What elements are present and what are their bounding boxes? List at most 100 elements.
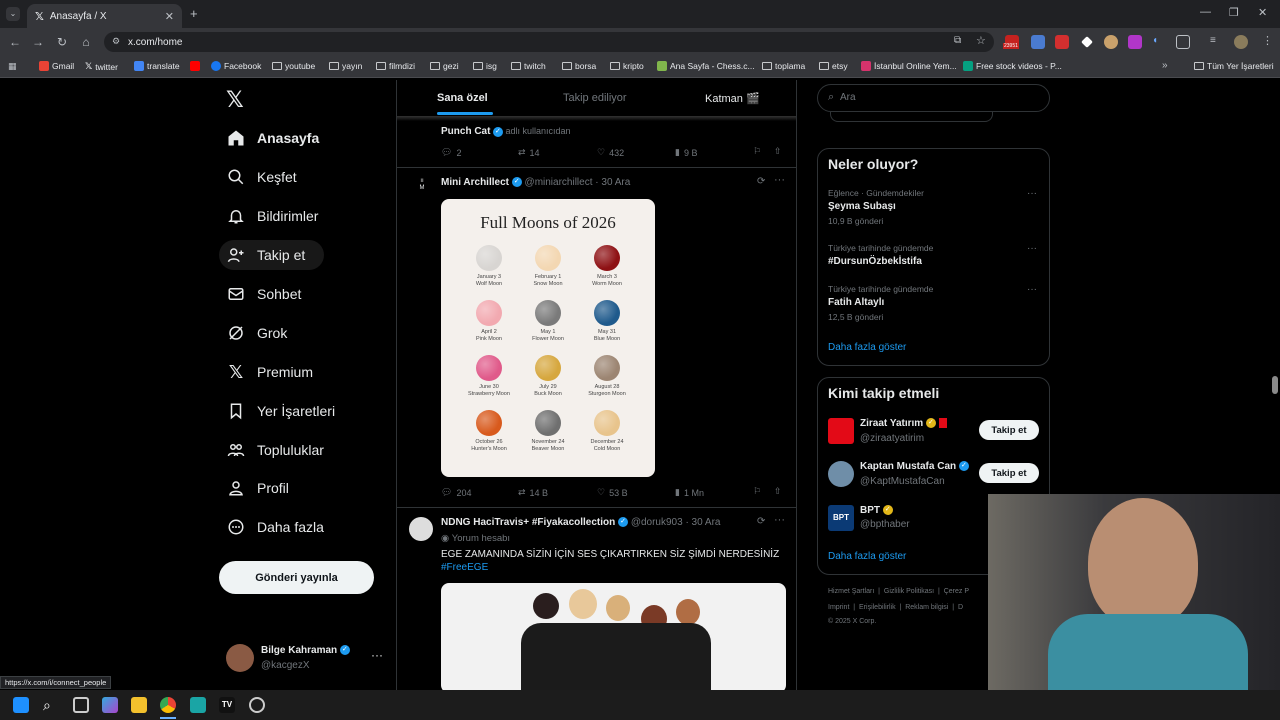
full-moons-image[interactable]: Full Moons of 2026 January 3 Wolf Moon Feb… [441,199,655,477]
tweet-more-icon[interactable]: ··· [774,514,785,526]
account-more-icon[interactable]: ··· [371,648,383,662]
tab-katman[interactable]: Katman 🎬 [705,92,760,105]
nav-more[interactable]: Daha fazla [219,512,324,542]
apps-grid-icon[interactable]: ▦ [8,61,17,72]
like-button[interactable]: ♡ 432 [597,147,624,158]
tweet-more-icon[interactable]: ··· [774,174,785,186]
copilot-icon[interactable] [102,697,118,713]
tab-for-you[interactable]: Sana özel [437,92,488,104]
reply-button[interactable]: 💬︎ 204 [441,487,471,498]
search-input[interactable]: ⌕ Ara [817,84,1050,112]
suggestion-name[interactable]: Ziraat Yatırım ✓ [860,418,947,429]
nav-follow[interactable]: Takip et [219,240,324,270]
retweet-button[interactable]: ⇄ 14 B [518,487,548,498]
share-button[interactable]: ⇧ [774,486,782,497]
bookmark-gmail[interactable]: Gmail [39,61,74,71]
purple-extension-icon[interactable] [1128,35,1142,49]
bookmark-button[interactable]: ⚐ [753,486,761,497]
diamond-extension-icon[interactable] [1081,36,1093,48]
bookmark-folder-filmdizi[interactable]: filmdizi [376,61,415,71]
bookmark-folder-yayin[interactable]: yayın [329,61,362,71]
bookmark-folder-kripto[interactable]: kripto [610,61,644,71]
views-button[interactable]: ▮ 9 B [675,147,697,158]
nav-communities[interactable]: Topluluklar [219,435,324,465]
trend-more-icon[interactable]: ··· [1027,243,1037,254]
nav-chat[interactable]: Sohbet [219,279,301,309]
search-icon[interactable]: ⌕ [43,697,59,713]
bookmark-twitter[interactable]: 𝕏twitter [85,61,118,72]
minimize-button[interactable]: — [1200,6,1211,18]
bookmark-youtube-icon[interactable] [190,61,200,71]
bpt-avatar[interactable]: BPT [828,505,854,531]
forward-icon[interactable]: → [26,35,50,49]
share-button[interactable]: ⇧ [774,146,782,157]
bookmark-star-icon[interactable]: ☆ [976,34,986,47]
bookmark-pexels[interactable]: Free stock videos - P... [963,61,1062,71]
profile-avatar-icon[interactable] [1234,35,1248,49]
extensions-puzzle-icon[interactable] [1176,35,1190,49]
all-bookmarks[interactable]: Tüm Yer İşaretleri [1194,61,1274,71]
nav-bookmarks[interactable]: Yer İşaretleri [219,396,335,426]
reload-icon[interactable]: ↻ [50,35,74,49]
bookmark-folder-youtube[interactable]: youtube [272,61,315,71]
bookmark-chess[interactable]: Ana Sayfa - Chess.c... [657,61,755,71]
bookmark-istanbul-yemek[interactable]: İstanbul Online Yem... [861,61,957,71]
reading-list-icon[interactable]: ≡ [1210,35,1216,46]
back-icon[interactable]: ← [3,35,27,49]
close-tab-icon[interactable]: ✕ [165,10,174,23]
close-window-button[interactable]: ✕ [1258,6,1267,19]
bookmark-folder-gezi[interactable]: gezi [430,61,459,71]
bookmark-facebook[interactable]: Facebook [211,61,261,71]
nav-explore[interactable]: Keşfet [219,162,297,192]
bookmark-folder-twitch[interactable]: twitch [511,61,546,71]
trend-item[interactable]: Şeyma Subaşı [828,201,896,212]
who-show-more[interactable]: Daha fazla göster [828,551,906,562]
post-button[interactable]: Gönderi yayınla [219,561,374,594]
browser-tab[interactable]: 𝕏 Anasayfa / X ✕ [27,4,182,28]
windows-start-icon[interactable] [13,697,29,713]
kaptan-avatar[interactable] [828,461,854,487]
follow-button[interactable]: Takip et [979,420,1039,440]
more-bookmarks-icon[interactable]: » [1162,60,1168,71]
page-scrollbar[interactable] [1272,376,1278,394]
file-explorer-icon[interactable] [131,697,147,713]
audio-extension-icon[interactable]: ◖ [1152,35,1166,49]
app-icon[interactable] [190,697,206,713]
bookmark-folder-borsa[interactable]: borsa [562,61,596,71]
nav-grok[interactable]: Grok [219,318,287,348]
obs-icon[interactable] [249,697,265,713]
follow-button[interactable]: Takip et [979,463,1039,483]
nav-premium[interactable]: 𝕏 Premium [219,357,313,387]
doruk-avatar[interactable] [409,517,433,541]
hashtag-link[interactable]: #FreeEGE [441,562,488,573]
like-button[interactable]: ♡ 53 B [597,487,628,498]
retweet-button[interactable]: ⇄ 14 [518,147,540,158]
tweet-photo[interactable] [441,583,786,690]
bookmark-folder-isg[interactable]: isg [473,61,497,71]
miniarchillect-avatar[interactable]: ıı M [415,178,429,194]
maximize-button[interactable]: ❐ [1229,6,1239,19]
tab-search-button[interactable]: ⌄ [6,7,20,21]
user-avatar[interactable] [226,644,254,672]
task-view-icon[interactable] [73,697,89,713]
bookmark-translate[interactable]: translate [134,61,180,71]
trend-item[interactable]: #DursunÖzbekİstifa [828,256,922,267]
site-info-icon[interactable]: ⚙ [112,36,120,47]
trend-item[interactable]: Fatih Altaylı [828,297,884,308]
translate-extension-icon[interactable] [1031,35,1045,49]
bookmark-button[interactable]: ⚐ [753,146,761,157]
views-button[interactable]: ▮ 1 Mn [675,487,704,498]
adblock-extension-icon[interactable] [1055,35,1069,49]
trend-more-icon[interactable]: ··· [1027,188,1037,199]
trends-show-more[interactable]: Daha fazla göster [828,342,906,353]
grok-explain-icon[interactable]: ⟳ [757,176,765,187]
account-switcher[interactable]: Bilge Kahraman ✓ [261,645,350,656]
address-bar[interactable]: ⚙ x.com/home ⧉ ☆ [104,32,994,52]
nav-profile[interactable]: Profil [219,473,289,503]
suggestion-name[interactable]: Kaptan Mustafa Can ✓ [860,461,969,472]
cookie-extension-icon[interactable] [1104,35,1118,49]
bookmark-folder-toplama[interactable]: toplama [762,61,805,71]
trend-more-icon[interactable]: ··· [1027,284,1037,295]
ziraat-avatar[interactable] [828,418,854,444]
new-tab-button[interactable]: + [190,6,198,21]
